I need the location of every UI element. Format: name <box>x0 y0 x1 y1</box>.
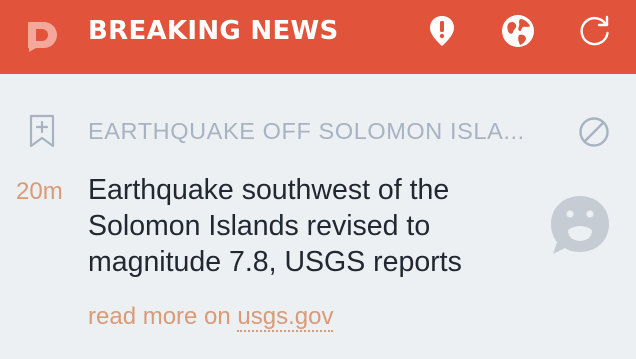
story-topic[interactable]: EARTHQUAKE OFF SOLOMON ISLA... <box>88 114 558 148</box>
alert-pin-icon[interactable] <box>425 14 459 48</box>
page-title: BREAKING NEWS <box>88 16 339 46</box>
headline-line: magnitude 7.8, USGS reports <box>88 246 462 278</box>
comment-bubble-icon[interactable] <box>549 194 611 256</box>
bookmark-add-icon[interactable] <box>28 114 56 148</box>
read-more-prefix: read more on <box>88 303 231 330</box>
story-time-ago: 20m <box>16 178 63 205</box>
breaking-news-logo-icon[interactable] <box>24 18 58 52</box>
read-more: read more on usgs.gov <box>88 299 334 335</box>
app-header: BREAKING NEWS <box>0 0 636 74</box>
globe-icon[interactable] <box>501 14 535 48</box>
refresh-icon[interactable] <box>578 14 612 48</box>
source-link[interactable]: usgs.gov <box>237 303 334 332</box>
story-headline[interactable]: Earthquake southwest of the Solomon Isla… <box>88 172 538 280</box>
headline-line: Solomon Islands revised to <box>88 210 431 242</box>
mute-topic-icon[interactable] <box>578 116 610 148</box>
headline-line: Earthquake southwest of the <box>88 174 450 206</box>
